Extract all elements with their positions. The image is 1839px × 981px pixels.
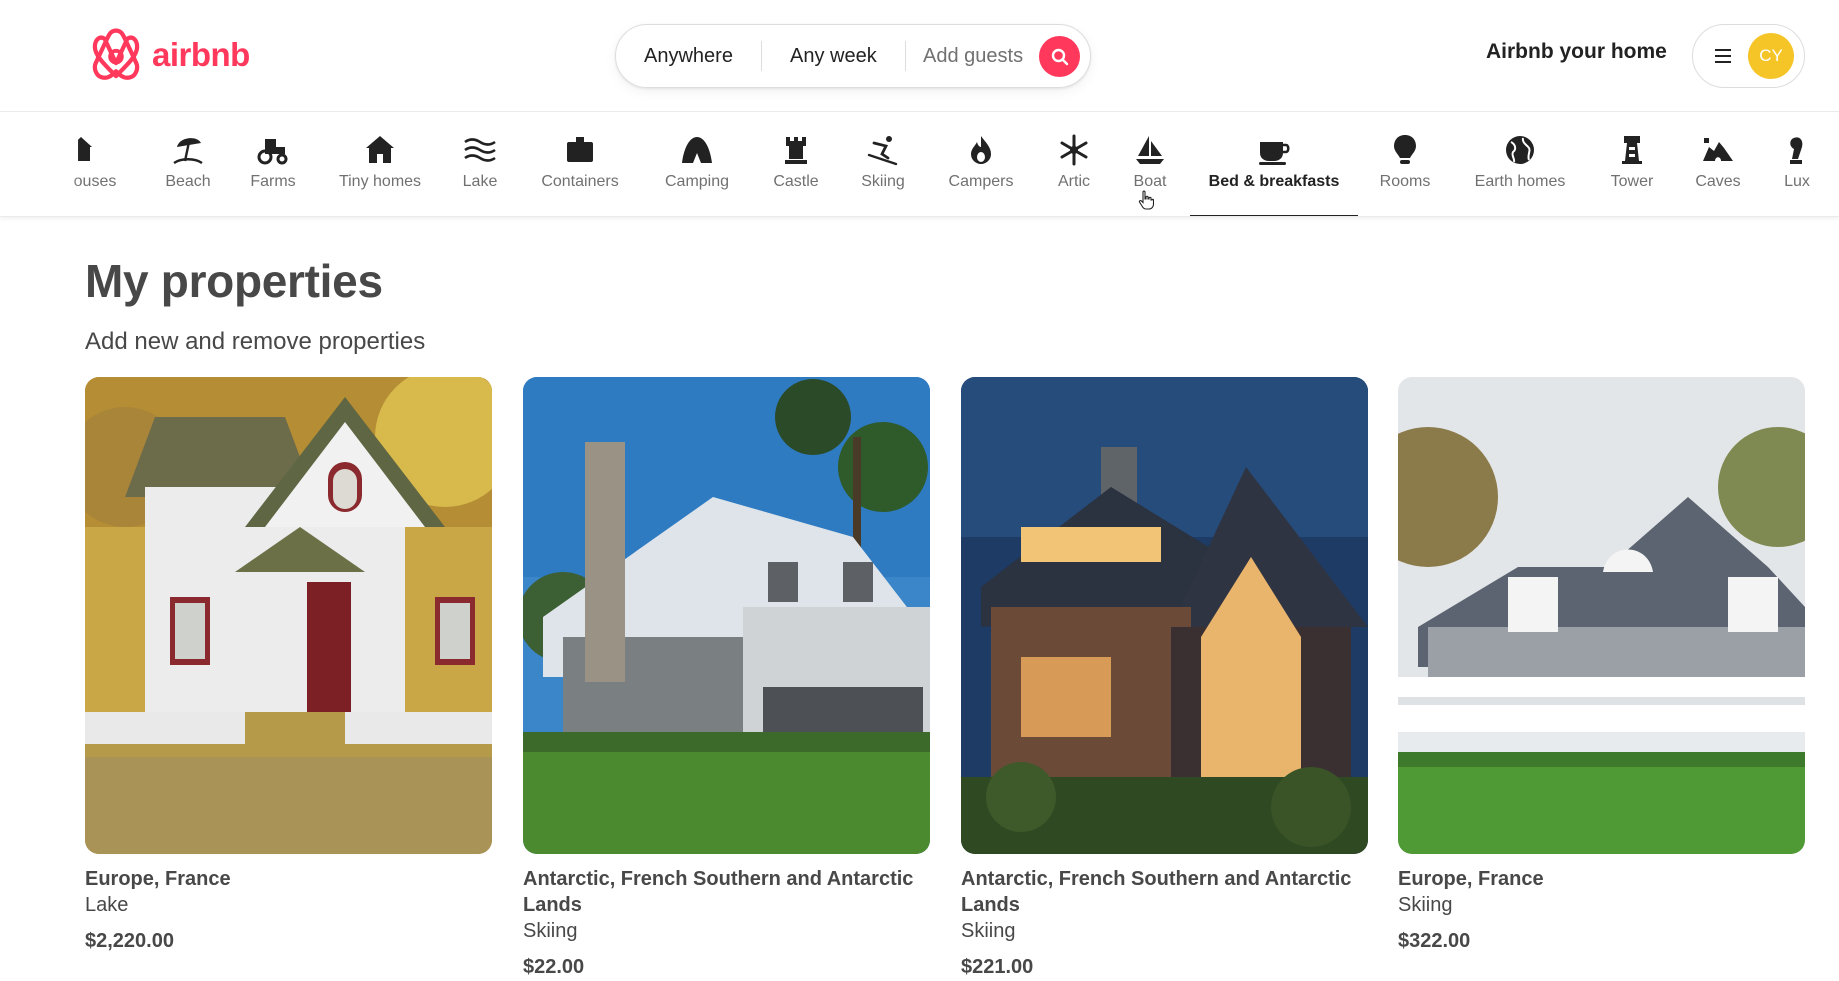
property-card[interactable]: Europe, France Lake $2,220.00: [85, 377, 492, 954]
search-icon: [1051, 48, 1068, 65]
container-icon: [563, 133, 597, 167]
category-bed-and-breakfasts[interactable]: Bed & breakfasts: [1190, 113, 1358, 216]
page-subtitle: Add new and remove properties: [85, 328, 426, 355]
airbnb-logo[interactable]: airbnb: [90, 27, 250, 83]
property-location: Europe, France: [1398, 868, 1544, 890]
skier-icon: [866, 133, 900, 167]
category-label: Tower: [1610, 173, 1654, 190]
white-cottage-photo: [85, 377, 492, 854]
category-label: Artic: [1058, 173, 1090, 190]
category-scroll-fade: [0, 113, 80, 216]
category-label: Tiny homes: [338, 173, 422, 190]
property-location: Europe, France: [85, 868, 231, 890]
category-label: Boat: [1133, 173, 1167, 190]
cave-icon: [1701, 133, 1735, 167]
search-submit-button[interactable]: [1039, 36, 1080, 77]
category-label: Lux: [1784, 173, 1810, 190]
tractor-icon: [256, 133, 290, 167]
property-card[interactable]: Antarctic, French Southern and Antarctic…: [523, 377, 930, 980]
category-label: Farms: [250, 173, 296, 190]
property-card[interactable]: Antarctic, French Southern and Antarctic…: [961, 377, 1368, 980]
sailboat-icon: [1133, 133, 1167, 167]
airbnb-logo-icon: [92, 28, 140, 80]
category-label: Beach: [165, 173, 211, 190]
airbnb-your-home-link[interactable]: Airbnb your home: [1486, 40, 1667, 64]
castle-icon: [779, 133, 813, 167]
airbnb-wordmark: airbnb: [152, 36, 250, 73]
property-card[interactable]: Europe, France Skiing $322.00: [1398, 377, 1805, 954]
category-label: ouses: [73, 173, 117, 190]
luxe-icon: [1780, 133, 1814, 167]
search-add-guests-button[interactable]: Add guests: [923, 25, 1023, 87]
property-location: Antarctic, French Southern and Antarctic…: [523, 868, 914, 916]
category-label: Campers: [948, 173, 1014, 190]
tent-icon: [680, 133, 714, 167]
lake-waves-icon: [463, 133, 497, 167]
top-header: airbnb Anywhere Any week Add guests Airb…: [0, 0, 1839, 112]
search-divider: [905, 41, 906, 71]
shingle-house-photo: [1398, 377, 1805, 854]
pointer-cursor-icon: [1138, 190, 1154, 210]
house-icon: [78, 133, 112, 167]
tower-icon: [1615, 133, 1649, 167]
page-title: My properties: [85, 255, 383, 307]
category-label: Containers: [541, 173, 619, 190]
search-bar[interactable]: Anywhere Any week Add guests: [615, 24, 1091, 88]
category-label: Bed & breakfasts: [1208, 173, 1340, 190]
category-label: Caves: [1695, 173, 1741, 190]
property-photo[interactable]: [85, 377, 492, 854]
property-category: Skiing: [1398, 894, 1453, 916]
property-photo[interactable]: [523, 377, 930, 854]
tiny-home-icon: [363, 133, 397, 167]
campfire-icon: [964, 133, 998, 167]
avatar: CY: [1748, 33, 1794, 79]
category-label: Camping: [664, 173, 730, 190]
property-price: $22.00: [523, 956, 585, 978]
property-price: $2,220.00: [85, 930, 174, 952]
coffee-cup-icon: [1257, 133, 1291, 167]
category-label: Earth homes: [1474, 173, 1566, 190]
grey-house-photo: [523, 377, 930, 854]
property-photo[interactable]: [961, 377, 1368, 854]
category-bar: ouses Beach Farms Tiny homes Lake Contai…: [0, 113, 1839, 217]
category-label: Lake: [462, 173, 498, 190]
beach-umbrella-icon: [171, 133, 205, 167]
property-category: Skiing: [961, 920, 1016, 942]
search-divider: [761, 41, 762, 71]
property-category: Skiing: [523, 920, 578, 942]
globe-icon: [1503, 133, 1537, 167]
category-label: Skiing: [861, 173, 905, 190]
property-category: Lake: [85, 894, 129, 916]
property-price: $221.00: [961, 956, 1034, 978]
property-photo[interactable]: [1398, 377, 1805, 854]
category-label: Castle: [773, 173, 819, 190]
property-price: $322.00: [1398, 930, 1471, 952]
property-location: Antarctic, French Southern and Antarctic…: [961, 868, 1352, 916]
modern-house-night-photo: [961, 377, 1368, 854]
category-label: Rooms: [1379, 173, 1431, 190]
search-anywhere-button[interactable]: Anywhere: [644, 25, 733, 87]
lightbulb-icon: [1388, 133, 1422, 167]
search-any-week-button[interactable]: Any week: [790, 25, 877, 87]
snowflake-icon: [1057, 133, 1091, 167]
user-menu-button[interactable]: CY: [1692, 24, 1805, 88]
hamburger-menu-icon: [1715, 47, 1733, 65]
